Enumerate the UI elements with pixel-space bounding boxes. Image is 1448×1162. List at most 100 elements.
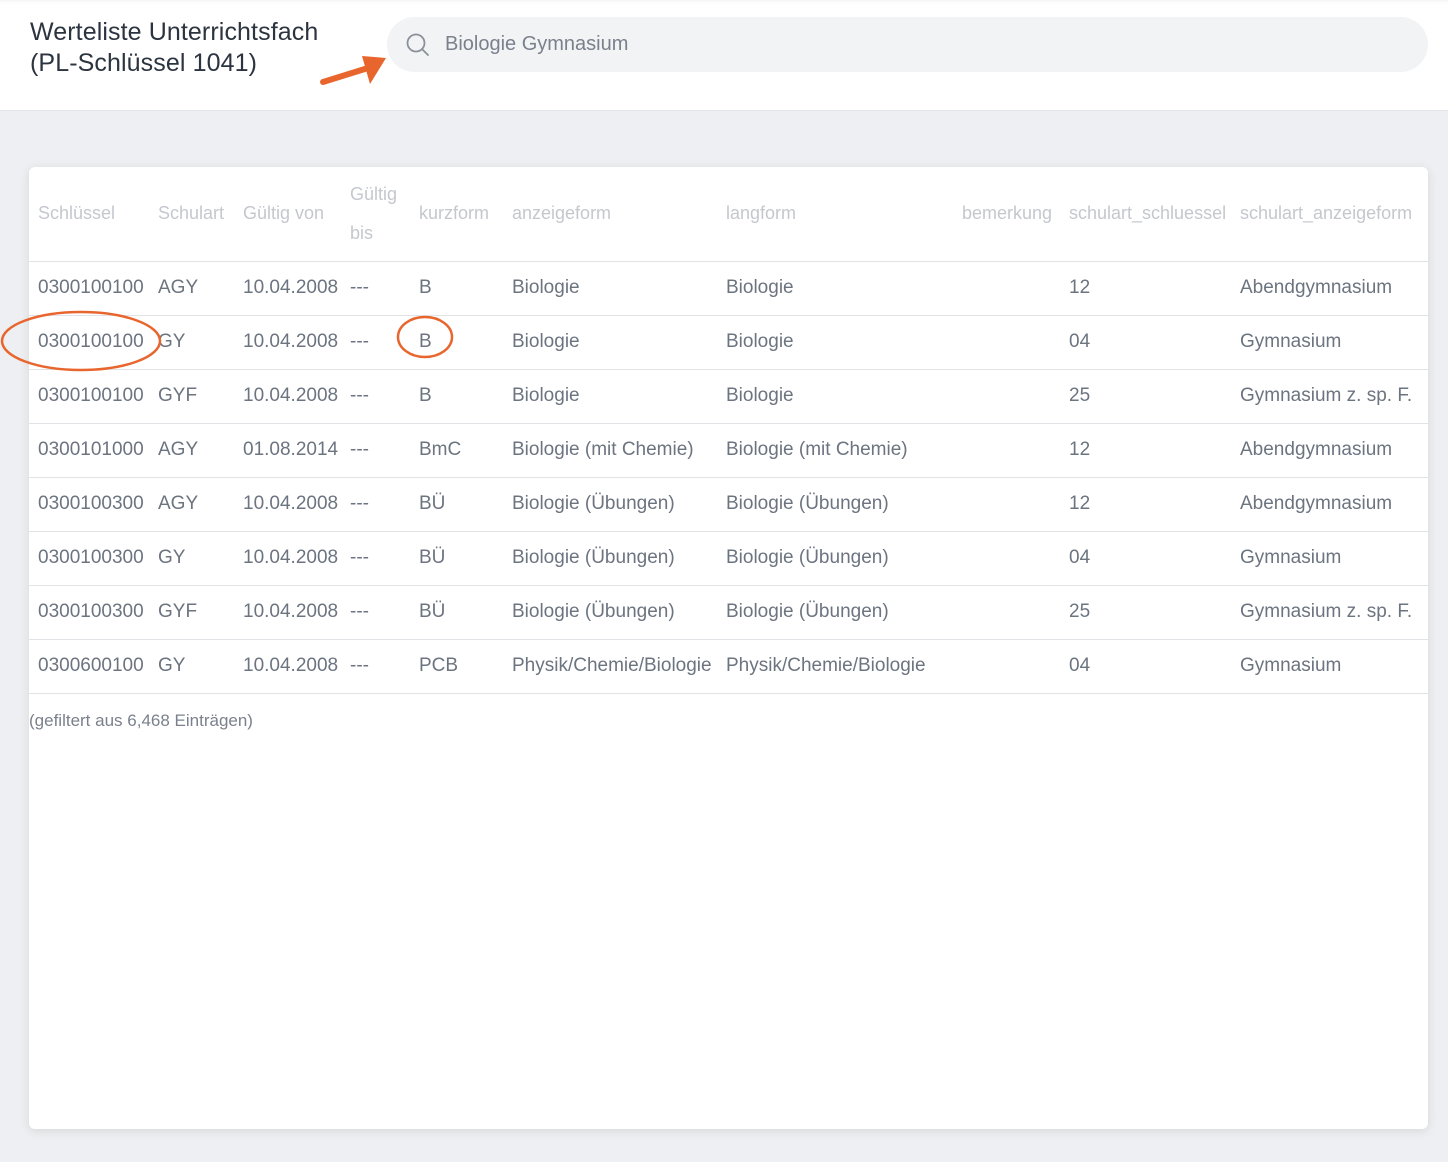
cell-langform: Biologie (717, 315, 943, 370)
cell-gueltig-bis: --- (341, 639, 410, 694)
cell-schulart: AGY (149, 477, 234, 532)
cell-schulart: AGY (149, 261, 234, 316)
cell-anzeigeform: Biologie (Übungen) (503, 477, 717, 532)
cell-schulart: GY (149, 639, 234, 694)
cell-kurzform: B (410, 261, 503, 316)
search-icon (406, 33, 429, 56)
table-row[interactable]: 0300100300 AGY 10.04.2008 --- BÜ Biologi… (29, 477, 1428, 532)
cell-bemerkung (943, 369, 1060, 424)
cell-schluessel: 0300100300 (29, 477, 149, 532)
cell-gueltig-bis: --- (341, 585, 410, 640)
cell-schulart-schluessel: 04 (1060, 639, 1231, 694)
cell-schulart-schluessel: 04 (1060, 315, 1231, 370)
cell-anzeigeform: Biologie (503, 369, 717, 424)
column-header-gueltig-bis[interactable]: Gültig bis (341, 167, 410, 262)
cell-gueltig-von: 10.04.2008 (234, 585, 341, 640)
cell-langform: Biologie (Übungen) (717, 585, 943, 640)
results-table: Schlüssel Schulart Gültig von Gültig bis… (29, 167, 1428, 694)
cell-schluessel: 0300100100 (29, 369, 149, 424)
cell-gueltig-bis: --- (341, 369, 410, 424)
cell-gueltig-bis: --- (341, 315, 410, 370)
column-header-schluessel[interactable]: Schlüssel (29, 167, 149, 262)
cell-kurzform: BÜ (410, 585, 503, 640)
cell-bemerkung (943, 531, 1060, 586)
cell-schulart-anzeigeform: Gymnasium (1231, 639, 1428, 694)
cell-gueltig-von: 10.04.2008 (234, 639, 341, 694)
cell-schluessel: 0300600100 (29, 639, 149, 694)
cell-schulart-anzeigeform: Gymnasium z. sp. F. (1231, 369, 1428, 424)
cell-schulart-schluessel: 12 (1060, 261, 1231, 316)
cell-gueltig-bis: --- (341, 423, 410, 478)
cell-schulart-schluessel: 25 (1060, 369, 1231, 424)
cell-schluessel: 0300100100 (29, 261, 149, 316)
cell-schulart: GYF (149, 369, 234, 424)
cell-schulart: AGY (149, 423, 234, 478)
cell-anzeigeform: Biologie (Übungen) (503, 585, 717, 640)
filter-info: (gefiltert aus 6,468 Einträgen) (29, 711, 253, 730)
cell-langform: Biologie (Übungen) (717, 531, 943, 586)
cell-gueltig-von: 10.04.2008 (234, 531, 341, 586)
column-header-schulart-schluessel[interactable]: schulart_schluessel (1060, 167, 1231, 262)
column-header-bemerkung[interactable]: bemerkung (943, 167, 1060, 262)
cell-langform: Biologie (Übungen) (717, 477, 943, 532)
cell-gueltig-von: 10.04.2008 (234, 315, 341, 370)
cell-schulart-anzeigeform: Gymnasium (1231, 531, 1428, 586)
cell-langform: Biologie (717, 261, 943, 316)
cell-anzeigeform: Biologie (503, 261, 717, 316)
cell-schulart-anzeigeform: Gymnasium z. sp. F. (1231, 585, 1428, 640)
cell-bemerkung (943, 315, 1060, 370)
cell-gueltig-bis: --- (341, 477, 410, 532)
table-header-row: Schlüssel Schulart Gültig von Gültig bis… (29, 167, 1428, 262)
cell-schulart-schluessel: 12 (1060, 423, 1231, 478)
search-box[interactable] (387, 17, 1428, 72)
table-row[interactable]: 0300600100 GY 10.04.2008 --- PCB Physik/… (29, 639, 1428, 694)
cell-gueltig-von: 10.04.2008 (234, 261, 341, 316)
cell-bemerkung (943, 423, 1060, 478)
cell-anzeigeform: Biologie (Übungen) (503, 531, 717, 586)
cell-schluessel: 0300100300 (29, 585, 149, 640)
column-header-schulart[interactable]: Schulart (149, 167, 234, 262)
cell-langform: Biologie (mit Chemie) (717, 423, 943, 478)
column-header-anzeigeform[interactable]: anzeigeform (503, 167, 717, 262)
cell-langform: Physik/Chemie/Biologie (717, 639, 943, 694)
cell-schluessel: 0300100300 (29, 531, 149, 586)
cell-schluessel: 0300101000 (29, 423, 149, 478)
cell-schulart-schluessel: 25 (1060, 585, 1231, 640)
cell-kurzform: BÜ (410, 531, 503, 586)
cell-kurzform: PCB (410, 639, 503, 694)
cell-bemerkung (943, 585, 1060, 640)
table-row[interactable]: 0300100100 GYF 10.04.2008 --- B Biologie… (29, 369, 1428, 424)
cell-langform: Biologie (717, 369, 943, 424)
page-title-line-2: (PL-Schlüssel 1041) (30, 49, 258, 77)
cell-anzeigeform: Biologie (503, 315, 717, 370)
cell-gueltig-von: 10.04.2008 (234, 477, 341, 532)
column-header-schulart-anzeigeform[interactable]: schulart_anzeigeform (1231, 167, 1428, 262)
column-header-langform[interactable]: langform (717, 167, 943, 262)
cell-bemerkung (943, 639, 1060, 694)
results-card: Schlüssel Schulart Gültig von Gültig bis… (29, 167, 1428, 1129)
table-row[interactable]: 0300100300 GYF 10.04.2008 --- BÜ Biologi… (29, 585, 1428, 640)
cell-schulart: GY (149, 315, 234, 370)
table-row[interactable]: 0300100300 GY 10.04.2008 --- BÜ Biologie… (29, 531, 1428, 586)
cell-kurzform: BmC (410, 423, 503, 478)
table-row[interactable]: 0300101000 AGY 01.08.2014 --- BmC Biolog… (29, 423, 1428, 478)
table-row[interactable]: 0300100100 AGY 10.04.2008 --- B Biologie… (29, 261, 1428, 316)
cell-schulart-anzeigeform: Abendgymnasium (1231, 261, 1428, 316)
cell-schulart-anzeigeform: Abendgymnasium (1231, 423, 1428, 478)
top-bar: Werteliste Unterrichtsfach (PL-Schlüssel… (0, 0, 1448, 111)
cell-schulart-schluessel: 12 (1060, 477, 1231, 532)
cell-kurzform: B (410, 315, 503, 370)
cell-schulart-anzeigeform: Abendgymnasium (1231, 477, 1428, 532)
cell-schluessel: 0300100100 (29, 315, 149, 370)
cell-gueltig-bis: --- (341, 261, 410, 316)
cell-gueltig-bis: --- (341, 531, 410, 586)
column-header-kurzform[interactable]: kurzform (410, 167, 503, 262)
cell-bemerkung (943, 261, 1060, 316)
cell-schulart: GY (149, 531, 234, 586)
cell-schulart-anzeigeform: Gymnasium (1231, 315, 1428, 370)
cell-kurzform: B (410, 369, 503, 424)
column-header-gueltig-von[interactable]: Gültig von (234, 167, 341, 262)
cell-gueltig-von: 01.08.2014 (234, 423, 341, 478)
table-row[interactable]: 0300100100 GY 10.04.2008 --- B Biologie … (29, 315, 1428, 370)
search-input[interactable] (445, 27, 1405, 62)
